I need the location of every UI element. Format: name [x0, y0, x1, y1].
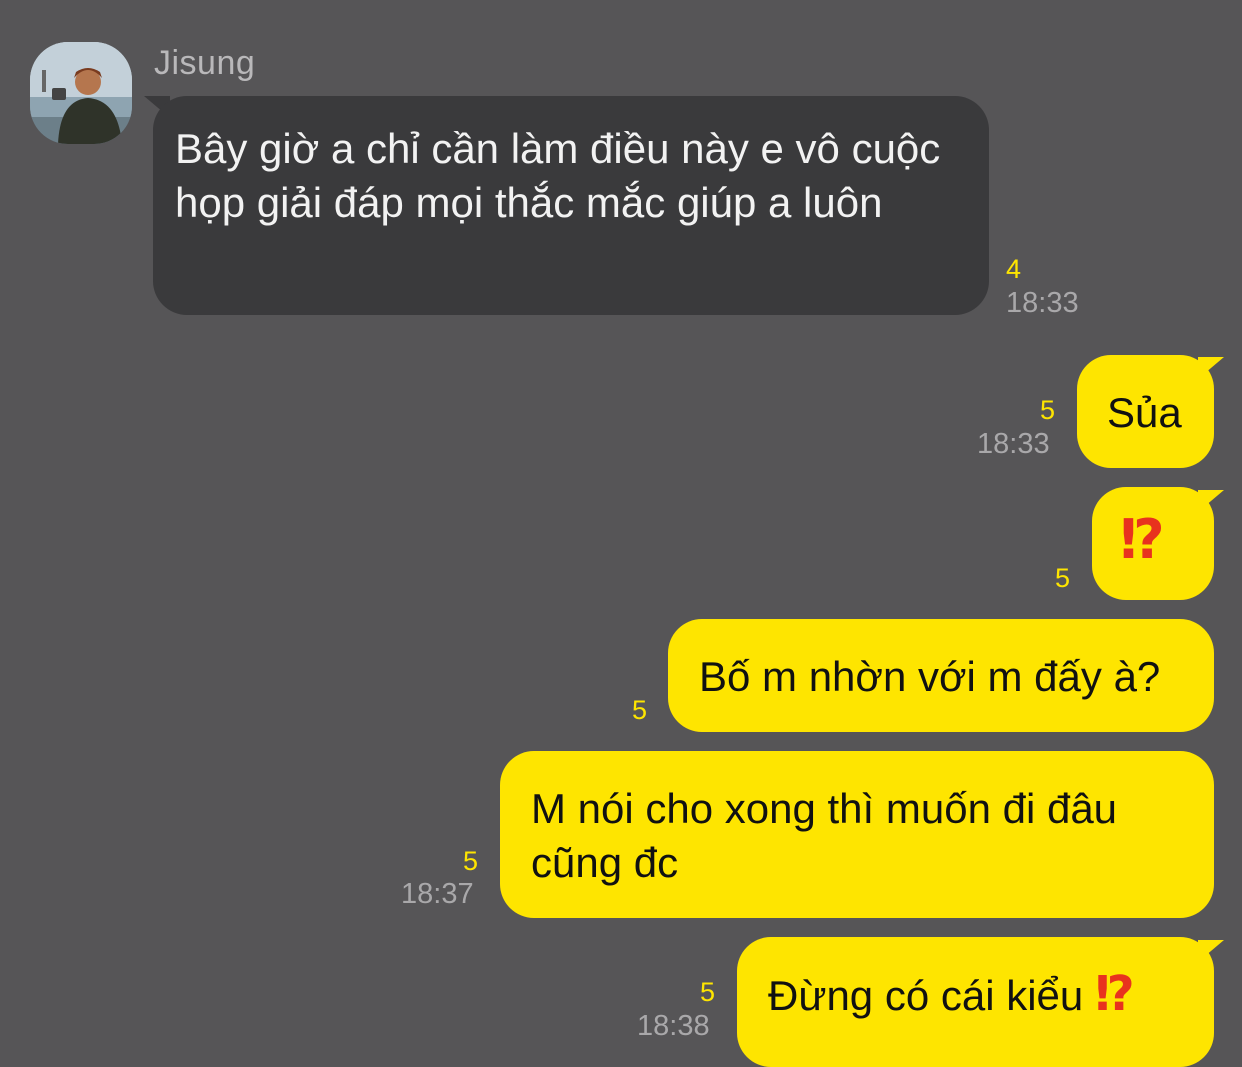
unread-count: 5 — [463, 846, 479, 876]
incoming-message-bubble[interactable]: Bây giờ a chỉ cần làm điều này e vô cuộc… — [153, 96, 989, 315]
message-time: 18:38 — [637, 1010, 710, 1042]
message-text: Đừng có cái kiểu — [768, 972, 1084, 1019]
message-time: 18:37 — [401, 878, 474, 910]
red-exclamation-question-icon: ⁉ — [1120, 510, 1165, 570]
avatar-photo-icon — [30, 42, 132, 144]
message-time: 18:33 — [977, 428, 1050, 460]
red-exclamation-question-icon: ⁉ — [1094, 968, 1135, 1021]
message-text: Sủa — [1107, 389, 1182, 436]
message-time: 18:33 — [1006, 287, 1079, 319]
outgoing-message-bubble[interactable]: Đừng có cái kiểu ⁉ — [737, 937, 1214, 1067]
message-text: M nói cho xong thì muốn đi đâu cũng đc — [531, 785, 1118, 886]
unread-count: 5 — [700, 977, 716, 1007]
message-text: Bố m nhờn với m đấy à? — [699, 653, 1161, 700]
outgoing-message-bubble[interactable]: Sủa — [1077, 355, 1214, 468]
sender-name: Jisung — [154, 44, 256, 82]
outgoing-message-bubble[interactable]: Bố m nhờn với m đấy à? — [668, 619, 1214, 732]
unread-count: 5 — [1040, 395, 1056, 425]
unread-count: 5 — [632, 695, 648, 725]
unread-count: 5 — [1055, 563, 1071, 593]
sender-avatar[interactable] — [30, 42, 132, 144]
outgoing-message-bubble[interactable]: ⁉ — [1092, 487, 1214, 600]
outgoing-message-bubble[interactable]: M nói cho xong thì muốn đi đâu cũng đc — [500, 751, 1214, 918]
message-text: Bây giờ a chỉ cần làm điều này e vô cuộc… — [175, 125, 941, 226]
unread-count: 4 — [1006, 254, 1022, 284]
